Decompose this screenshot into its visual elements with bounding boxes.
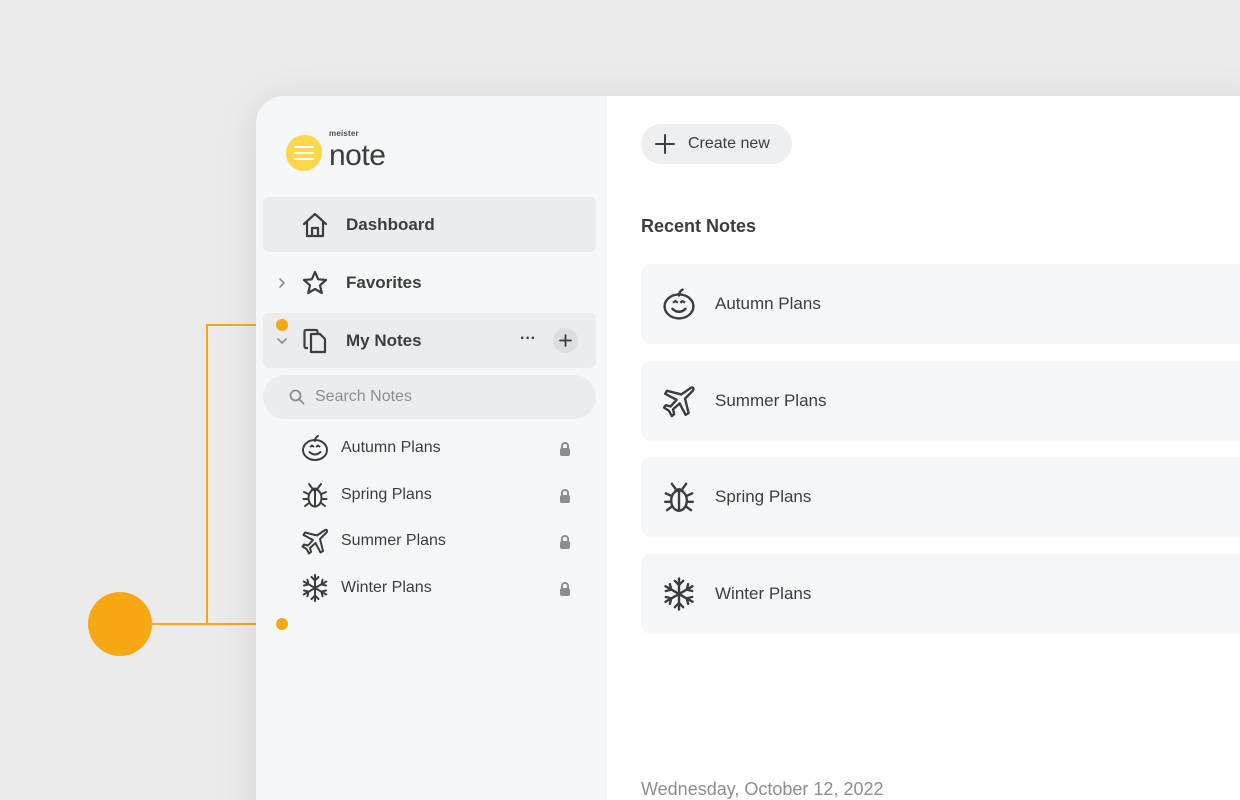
star-icon [302, 270, 328, 294]
recent-note-card-winter[interactable]: Winter Plans [641, 554, 1240, 634]
create-new-button[interactable]: Create new [641, 124, 792, 164]
home-icon [302, 212, 328, 237]
note-label: Winter Plans [341, 579, 432, 596]
add-note-button[interactable] [553, 328, 578, 353]
plus-icon [655, 134, 675, 154]
pumpkin-icon [300, 433, 330, 463]
card-label: Spring Plans [715, 487, 812, 506]
sidebar-item-dashboard[interactable]: Dashboard [263, 197, 596, 252]
sidebar: meister note Dashboard Favorites My Note… [256, 96, 607, 800]
app-logo[interactable]: meister note [286, 129, 386, 176]
note-label: Summer Plans [341, 532, 446, 549]
lock-icon [558, 581, 572, 597]
lock-icon [558, 488, 572, 504]
sidebar-note-winter-plans[interactable]: Winter Plans [300, 570, 580, 606]
sidebar-note-autumn-plans[interactable]: Autumn Plans [300, 430, 580, 466]
sidebar-item-my-notes[interactable]: My Notes ··· [263, 313, 596, 368]
snowflake-icon [661, 576, 697, 612]
more-options-button[interactable]: ··· [520, 330, 536, 348]
note-label: Spring Plans [341, 486, 432, 503]
airplane-icon [300, 526, 330, 556]
create-new-label: Create new [688, 135, 770, 152]
logo-text: note [329, 139, 386, 172]
lock-icon [558, 441, 572, 457]
bug-icon [300, 480, 330, 510]
sidebar-item-label: Dashboard [346, 214, 435, 234]
card-label: Summer Plans [715, 391, 827, 410]
plus-icon [559, 334, 572, 347]
sidebar-item-favorites[interactable]: Favorites [263, 255, 596, 310]
search-input[interactable] [315, 375, 575, 419]
card-label: Autumn Plans [715, 294, 821, 313]
lock-icon [558, 534, 572, 550]
annotation-dot-bottom [276, 618, 288, 630]
main-content: Create new Recent Notes Autumn Plans Sum… [607, 96, 1240, 800]
sidebar-note-summer-plans[interactable]: Summer Plans [300, 523, 580, 559]
pumpkin-icon [661, 286, 697, 322]
date-label: Wednesday, October 12, 2022 [641, 779, 884, 799]
notes-icon [303, 328, 327, 353]
recent-note-card-summer[interactable]: Summer Plans [641, 361, 1240, 441]
logo-small-text: meister [329, 129, 359, 138]
annotation-dot-top [276, 319, 288, 331]
annotation-line-vertical [206, 324, 208, 624]
search-bar [263, 375, 596, 419]
sidebar-item-label: Favorites [346, 272, 422, 292]
recent-note-card-spring[interactable]: Spring Plans [641, 457, 1240, 537]
chevron-down-icon[interactable] [275, 334, 289, 348]
sidebar-note-spring-plans[interactable]: Spring Plans [300, 477, 580, 513]
section-title: Recent Notes [641, 216, 757, 236]
card-label: Winter Plans [715, 584, 812, 603]
airplane-icon [661, 383, 697, 419]
search-icon [289, 389, 305, 405]
chevron-right-icon[interactable] [275, 276, 289, 290]
app-window: meister note Dashboard Favorites My Note… [256, 96, 1240, 800]
recent-note-card-autumn[interactable]: Autumn Plans [641, 264, 1240, 344]
logo-icon [286, 135, 322, 171]
note-label: Autumn Plans [341, 439, 441, 456]
annotation-marker [88, 592, 152, 656]
sidebar-item-label: My Notes [346, 330, 422, 350]
bug-icon [661, 479, 697, 515]
snowflake-icon [300, 573, 330, 603]
